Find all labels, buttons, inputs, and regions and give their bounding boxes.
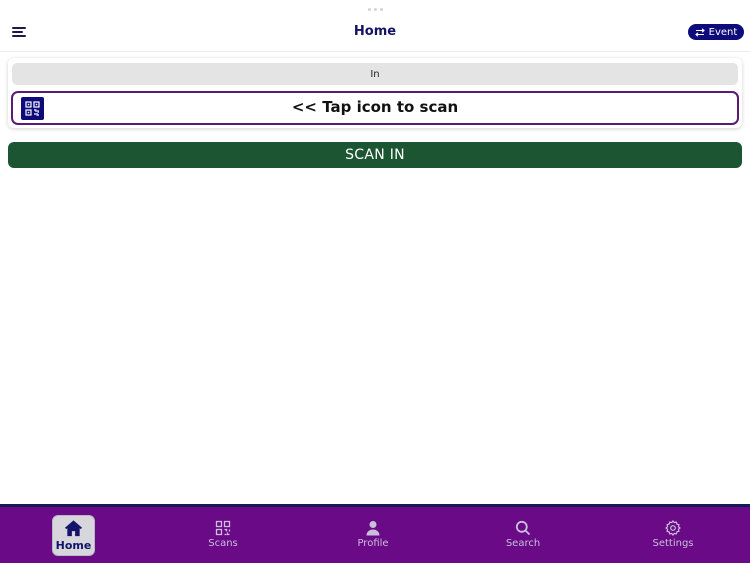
scan-field[interactable]: << Tap icon to scan [11, 91, 739, 125]
nav-label-profile: Profile [357, 537, 389, 549]
top-bar: Home Event [0, 14, 750, 52]
nav-label-search: Search [505, 537, 541, 549]
scan-in-button[interactable]: SCAN IN [8, 142, 742, 168]
nav-label-scans: Scans [208, 537, 238, 549]
nav-tab-search[interactable]: Search [488, 513, 558, 555]
page-title: Home [353, 24, 397, 39]
person-icon [366, 520, 380, 535]
nav-tab-home[interactable]: Home [52, 515, 95, 556]
nav-tab-settings[interactable]: Settings [638, 513, 708, 555]
scan-hint-text: << Tap icon to scan [291, 98, 459, 116]
home-icon [64, 520, 83, 537]
scan-panel: In << Tap icon to scan [8, 58, 742, 128]
nav-label-home: Home [55, 539, 92, 552]
nav-label-settings: Settings [652, 537, 694, 549]
window-grabber[interactable] [368, 8, 383, 12]
nav-tab-scans[interactable]: Scans [188, 513, 258, 555]
bottom-navigation: Home Scans Profile Search Settings [0, 504, 750, 563]
swap-arrows-icon [694, 27, 705, 37]
search-icon [515, 520, 531, 535]
event-button[interactable]: Event [688, 24, 744, 40]
scan-mode-selector[interactable]: In [12, 63, 738, 85]
nav-tab-profile[interactable]: Profile [338, 513, 408, 555]
qr-code-icon [215, 520, 231, 535]
gear-icon [665, 519, 681, 536]
event-button-label: Event [708, 26, 738, 38]
